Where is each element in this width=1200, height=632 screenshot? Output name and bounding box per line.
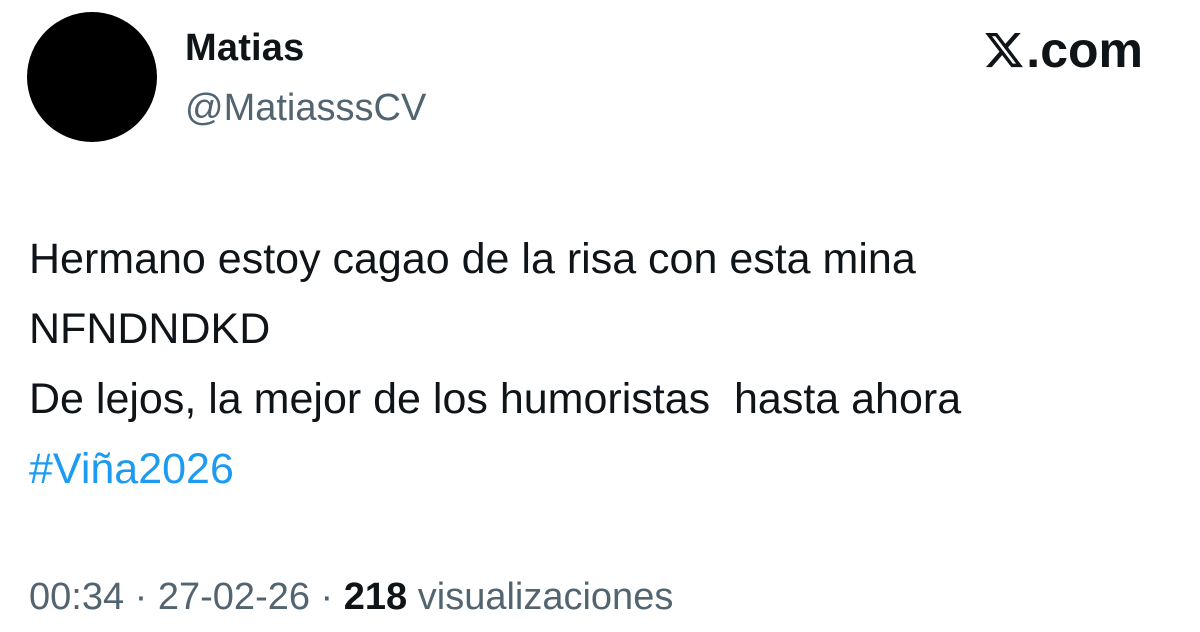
brand-logo: .com — [983, 22, 1143, 78]
tweet-time[interactable]: 00:34 — [29, 576, 124, 618]
x-logo-icon — [983, 29, 1025, 71]
display-name[interactable]: Matias — [185, 26, 426, 70]
tweet-line: Hermano estoy cagao de la risa con esta … — [29, 235, 916, 283]
tweet-text: Hermano estoy cagao de la risa con esta … — [29, 224, 1169, 504]
tweet-line: NFNDNDKD — [29, 305, 271, 353]
hashtag-link[interactable]: #Viña2026 — [29, 434, 1169, 504]
meta-separator: · — [124, 576, 158, 618]
avatar[interactable] — [27, 12, 157, 142]
brand-domain: .com — [1026, 22, 1143, 78]
tweet-line: De lejos, la mejor de los humoristas has… — [29, 375, 962, 423]
views-label: visualizaciones — [417, 576, 674, 618]
user-handle[interactable]: @MatiasssCV — [185, 86, 426, 130]
tweet-meta: 00:34 · 27-02-26 · 218 visualizaciones — [29, 574, 673, 620]
meta-separator: · — [310, 576, 344, 618]
tweet-card: Matias @MatiasssCV .com Hermano estoy ca… — [0, 0, 1200, 632]
views-count: 218 — [343, 576, 408, 618]
author-block: Matias @MatiasssCV — [185, 26, 426, 130]
tweet-date[interactable]: 27-02-26 — [158, 576, 310, 618]
